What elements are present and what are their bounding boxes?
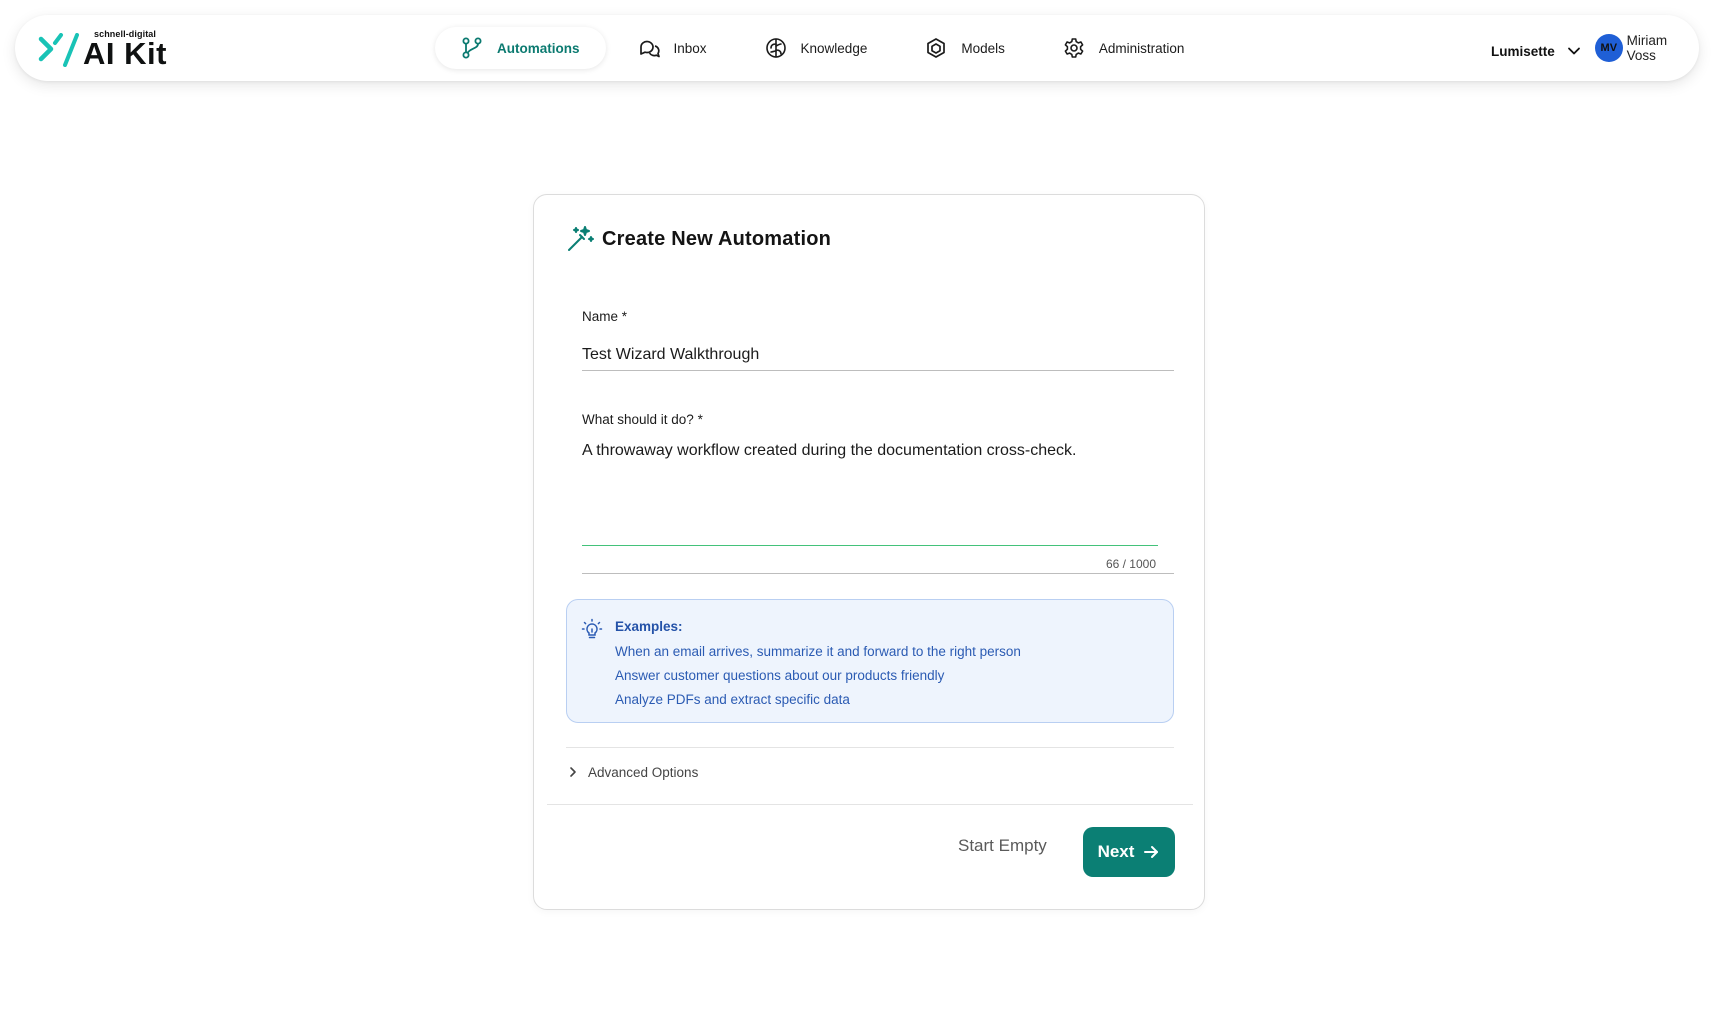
avatar: MV bbox=[1595, 34, 1623, 62]
brain-icon bbox=[765, 37, 787, 59]
name-field-label: Name * bbox=[582, 309, 628, 324]
nav-label: Administration bbox=[1098, 40, 1185, 56]
workflow-icon bbox=[461, 37, 483, 59]
nav-item-inbox[interactable]: Inbox bbox=[612, 27, 733, 69]
list-item: Analyze PDFs and extract specific data bbox=[615, 692, 850, 707]
chat-bubbles-icon bbox=[638, 37, 660, 59]
top-navigation-bar: schnell-digital AI Kit Automations Inbox… bbox=[15, 15, 1699, 81]
description-underline bbox=[582, 573, 1174, 574]
list-item: When an email arrives, summarize it and … bbox=[615, 644, 1021, 659]
character-counter: 66 / 1000 bbox=[1105, 557, 1156, 571]
description-field-label: What should it do? * bbox=[582, 412, 703, 427]
main-nav: Automations Inbox Knowledge Models Admin… bbox=[435, 27, 1216, 69]
advanced-options-toggle[interactable]: Advanced Options bbox=[566, 761, 698, 783]
list-item: Answer customer questions about our prod… bbox=[615, 668, 945, 683]
description-textarea[interactable]: A throwaway workflow created during the … bbox=[582, 440, 1158, 546]
magic-wand-icon bbox=[566, 225, 594, 253]
nav-item-knowledge[interactable]: Knowledge bbox=[739, 27, 894, 69]
nav-label: Inbox bbox=[673, 40, 707, 56]
examples-box: Examples: When an email arrives, summari… bbox=[566, 599, 1174, 723]
next-button-label: Next bbox=[1097, 842, 1135, 861]
brand-mark-icon bbox=[38, 33, 79, 67]
start-empty-button[interactable]: Start Empty bbox=[944, 829, 1061, 863]
chevron-down-icon bbox=[1567, 44, 1581, 58]
brand-title: AI Kit bbox=[83, 36, 167, 71]
lightbulb-icon bbox=[581, 618, 603, 640]
arrow-right-icon bbox=[1142, 843, 1160, 861]
examples-title: Examples: bbox=[615, 619, 683, 634]
workspace-name: Lumisette bbox=[1491, 43, 1555, 59]
gear-icon bbox=[1063, 37, 1085, 59]
name-input[interactable] bbox=[582, 339, 1174, 371]
examples-list: When an email arrives, summarize it and … bbox=[615, 640, 1021, 712]
brand-logo[interactable]: schnell-digital AI Kit bbox=[37, 27, 177, 73]
next-button[interactable]: Next bbox=[1083, 827, 1175, 877]
chevron-right-icon bbox=[566, 765, 580, 779]
divider bbox=[566, 747, 1174, 748]
nav-label: Automations bbox=[497, 40, 580, 56]
divider bbox=[547, 804, 1193, 805]
create-automation-card: Create New Automation Name * What should… bbox=[533, 194, 1205, 910]
workspace-switcher[interactable]: Lumisette bbox=[1491, 39, 1581, 63]
page-title: Create New Automation bbox=[602, 227, 832, 250]
nav-item-administration[interactable]: Administration bbox=[1037, 27, 1211, 69]
user-name: Miriam Voss bbox=[1626, 33, 1668, 63]
advanced-options-label: Advanced Options bbox=[588, 764, 699, 780]
cube-icon bbox=[925, 37, 947, 59]
nav-label: Knowledge bbox=[800, 40, 868, 56]
card-header: Create New Automation bbox=[566, 225, 831, 253]
nav-item-automations[interactable]: Automations bbox=[435, 27, 606, 69]
user-menu[interactable]: MV Miriam Voss bbox=[1595, 33, 1699, 63]
nav-label: Models bbox=[961, 40, 1005, 56]
nav-item-models[interactable]: Models bbox=[899, 27, 1031, 69]
